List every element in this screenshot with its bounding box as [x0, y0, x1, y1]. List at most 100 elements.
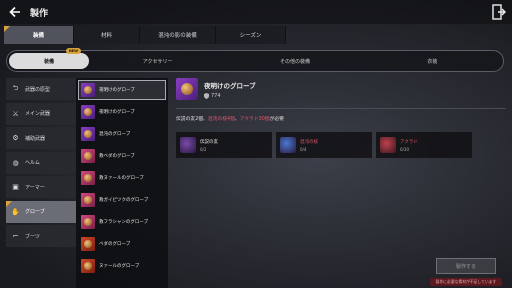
- item-label: 救ベダのグローブ: [99, 154, 135, 159]
- category-label: ヘルム: [25, 160, 40, 166]
- item-row[interactable]: 救ヌァールのグローブ: [78, 168, 166, 188]
- category-label: 武器の原型: [25, 86, 51, 93]
- category-main-weapon[interactable]: ⚔ メイン武器: [6, 102, 76, 125]
- item-label: ヌァールのグローブ: [99, 264, 140, 269]
- item-label: ベダのグローブ: [99, 242, 131, 247]
- detail-item-name: 夜明けのグローブ: [204, 82, 256, 90]
- req-material-chaos-core: 混沌の核4個: [207, 117, 235, 122]
- exit-door-icon: [492, 4, 506, 20]
- material-name: アクラド: [400, 139, 418, 145]
- sub-tab-bar: 装備 NEW アクセサリー その他の装備 衣装: [6, 48, 504, 72]
- item-row[interactable]: ヌァールのグローブ: [78, 256, 166, 276]
- category-boots[interactable]: ⌐ ブーツ: [6, 225, 76, 247]
- glove-item-icon: [81, 237, 95, 251]
- tab-corner-mark: [4, 26, 10, 32]
- item-row[interactable]: 救ガイピツクのグローブ: [78, 190, 166, 210]
- defense-stat: 774: [204, 93, 256, 99]
- main-tab-bar: 装備 材料 混沌の影の装備 シーズン: [4, 26, 286, 44]
- page-title: 製作: [30, 8, 49, 19]
- return-arrow-icon: ⮌: [12, 83, 19, 92]
- category-sub-weapon[interactable]: ⚙ 補助武器: [6, 127, 76, 149]
- glove-item-icon: [81, 105, 95, 119]
- subtab-other-equipment[interactable]: その他の装備: [226, 53, 363, 69]
- tab-season[interactable]: シーズン: [216, 26, 286, 44]
- glove-icon: ✋: [11, 207, 20, 216]
- top-bar: 製作: [0, 0, 512, 24]
- category-helm[interactable]: ◍ ヘルム: [6, 151, 76, 174]
- new-badge: NEW: [65, 48, 81, 54]
- item-row[interactable]: 夜明けのグローブ: [78, 102, 166, 122]
- subtab-equipment[interactable]: 装備 NEW: [9, 48, 89, 69]
- item-label: 夜明けのグローブ: [99, 88, 135, 93]
- material-count: 0/30: [400, 146, 409, 152]
- item-row[interactable]: 混沌のグローブ: [78, 124, 166, 144]
- material-count: 0/4: [300, 146, 307, 152]
- req-suffix: が必要: [269, 117, 284, 122]
- exit-button[interactable]: [492, 4, 506, 20]
- sword-icon: ⚔: [12, 109, 19, 118]
- material-card[interactable]: アクラド 0/30: [376, 132, 472, 158]
- subtab-label: その他の装備: [279, 58, 310, 65]
- divider: [176, 108, 506, 109]
- item-list: 夜明けのグローブ 夜明けのグローブ 混沌のグローブ 救ベダのグローブ 救ヌァール…: [76, 78, 168, 288]
- tab-equipment[interactable]: 装備: [4, 26, 74, 44]
- material-count: 0/2: [200, 146, 207, 152]
- defense-value: 774: [211, 93, 221, 99]
- category-label: ブーツ: [25, 233, 40, 240]
- subtab-label: アクセサリー: [142, 58, 173, 65]
- tab-label: 装備: [32, 33, 44, 39]
- glove-item-icon: [81, 149, 95, 163]
- category-glove[interactable]: ✋ グローブ: [6, 200, 76, 223]
- category-armor[interactable]: ▣ アーマー: [6, 176, 76, 198]
- boot-icon: ⌐: [12, 232, 19, 240]
- shield-icon: [204, 93, 209, 99]
- glove-item-icon: [81, 171, 95, 185]
- material-list: 伝説の友 0/2 混沌の核 0/4 アクラド 0/30: [176, 132, 506, 158]
- material-name: 伝説の友: [200, 139, 218, 145]
- glove-item-icon: [81, 83, 95, 97]
- category-label: アーマー: [25, 184, 45, 191]
- glove-item-icon: [81, 259, 95, 273]
- tab-label: 混沌の影の装備: [158, 33, 197, 39]
- material-icon: [180, 137, 196, 153]
- craft-button[interactable]: 製作する: [436, 258, 496, 274]
- item-row[interactable]: ベダのグローブ: [78, 234, 166, 254]
- detail-header: 夜明けのグローブ 774: [176, 78, 506, 104]
- back-arrow-icon: [9, 6, 20, 18]
- item-row[interactable]: 夜明けのグローブ: [78, 80, 166, 100]
- glove-item-icon: [81, 193, 95, 207]
- helm-icon: ◍: [12, 158, 19, 167]
- category-label: グローブ: [25, 209, 45, 215]
- material-icon: [280, 137, 296, 153]
- tab-label: シーズン: [239, 33, 262, 39]
- material-name: 混沌の核: [300, 139, 318, 145]
- req-material-aklad: アクラド30個: [239, 117, 270, 122]
- tab-chaos-shadow[interactable]: 混沌の影の装備: [140, 26, 216, 44]
- req-prefix: 伝説の友2個、: [176, 117, 208, 122]
- armor-icon: ▣: [12, 183, 19, 191]
- item-row[interactable]: 救ベダのグローブ: [78, 146, 166, 166]
- material-card[interactable]: 伝説の友 0/2: [176, 132, 272, 158]
- item-label: 混沌のグローブ: [99, 132, 131, 137]
- item-label: 救フラシャンのグローブ: [99, 220, 149, 225]
- gear-icon: ⚙: [12, 134, 19, 142]
- requirement-text: 伝説の友2個、混沌の核4個、アクラド30個が必要: [176, 115, 506, 122]
- category-label: 補助武器: [25, 135, 46, 142]
- category-corner-mark: [6, 200, 12, 207]
- back-button[interactable]: [4, 1, 26, 23]
- material-card[interactable]: 混沌の核 0/4: [276, 132, 372, 158]
- category-label: メイン武器: [25, 111, 51, 117]
- tab-materials[interactable]: 材料: [74, 26, 140, 44]
- item-row[interactable]: 救フラシャンのグローブ: [78, 212, 166, 232]
- glove-item-icon: [81, 215, 95, 229]
- selected-item-icon: [176, 78, 198, 100]
- subtab-label: 装備: [43, 58, 54, 65]
- insufficient-materials-warning: 製作に必要な素材が不足しています: [430, 278, 502, 286]
- subtab-costume[interactable]: 衣装: [364, 53, 501, 69]
- material-icon: [380, 137, 396, 153]
- category-list: ⮌ 武器の原型 ⚔ メイン武器 ⚙ 補助武器 ◍ ヘルム ▣ アーマー ✋ グローブ ⌐ ブー…: [6, 78, 76, 250]
- tab-label: 材料: [100, 33, 112, 39]
- subtab-accessory[interactable]: アクセサリー: [89, 53, 226, 69]
- item-label: 救ガイピツクのグローブ: [99, 198, 149, 203]
- category-weapon-prototype[interactable]: ⮌ 武器の原型: [6, 78, 76, 100]
